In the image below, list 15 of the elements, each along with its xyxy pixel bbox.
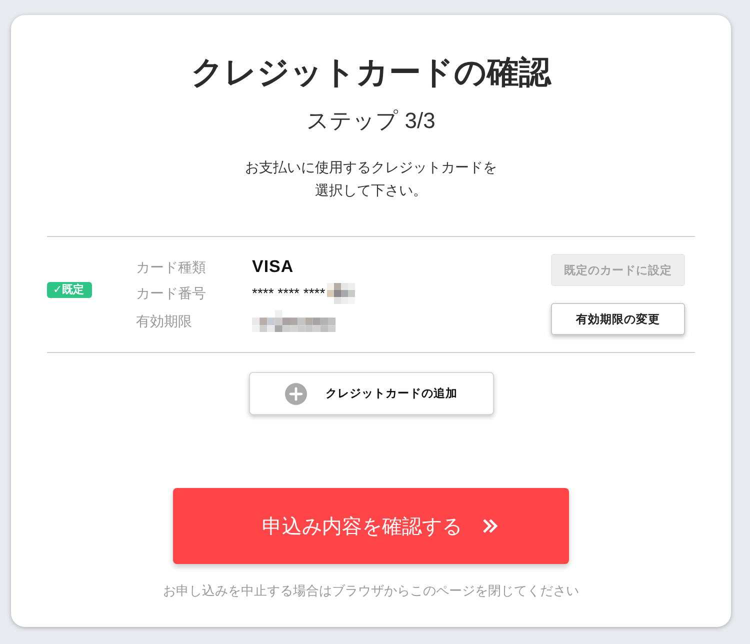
double-chevron-icon	[482, 518, 498, 534]
instruction-text: お支払いに使用するクレジットカードを選択して下さい。	[244, 158, 498, 200]
card-brand: VISA	[252, 256, 294, 277]
page-title: クレジットカードの確認	[191, 53, 551, 92]
redacted-mosaic-drawing	[327, 282, 356, 304]
card-number: **** **** ****	[252, 284, 326, 304]
cancel-note: お申し込みを中止する場合はブラウザからこのページを閉じてください	[163, 582, 579, 600]
plus-icon	[284, 382, 306, 404]
step-indicator: ステップ 3/3	[306, 107, 436, 135]
change-expiry-button[interactable]: 有効期限の変更	[551, 303, 685, 335]
add-card-button[interactable]: クレジットカードの追加	[248, 372, 494, 415]
default-tag: ✓既定	[47, 282, 92, 298]
field-label: カード番号	[136, 284, 207, 304]
field-label: 有効期限	[136, 312, 193, 331]
field-label: カード種類	[136, 258, 207, 277]
